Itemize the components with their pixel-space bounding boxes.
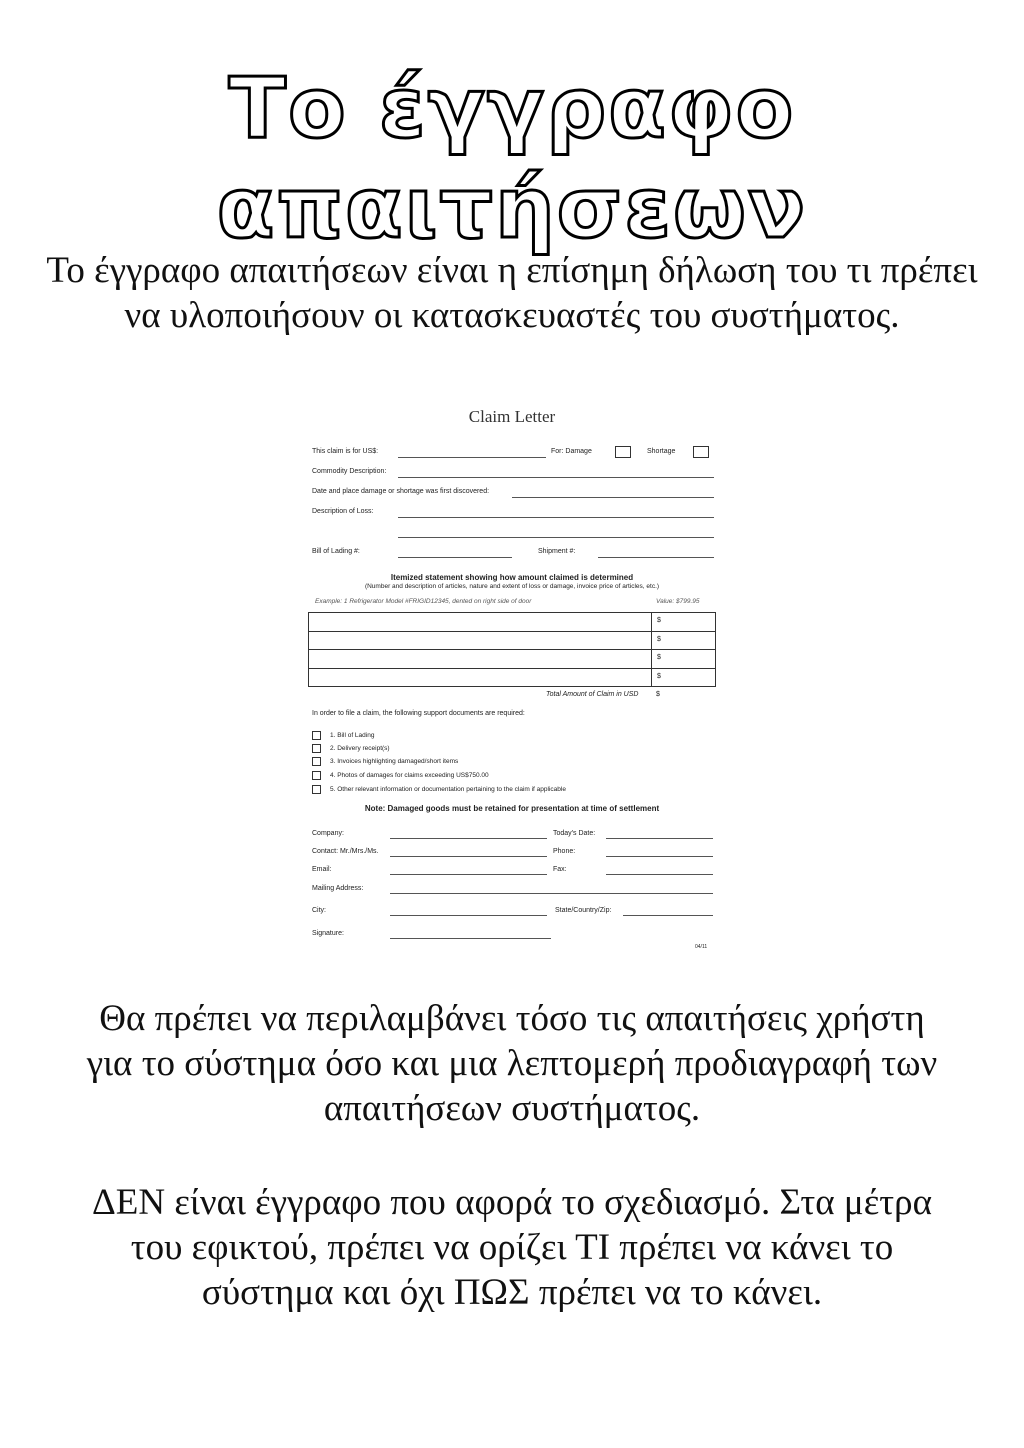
commodity-line [398, 477, 714, 478]
contact-label: Contact: Mr./Mrs./Ms. [312, 848, 379, 855]
signature-line [390, 938, 551, 939]
docs-intro: In order to file a claim, the following … [312, 710, 525, 717]
fax-line [606, 874, 713, 875]
checkbox-icon [312, 757, 321, 766]
list-item: 5. Other relevant information or documen… [312, 785, 566, 794]
claim-letter-image: Claim Letter This claim is for US$: For:… [306, 403, 718, 958]
itemized-subtitle: (Number and description of articles, nat… [364, 583, 660, 590]
table-row: $ [309, 668, 715, 686]
state-line [623, 915, 713, 916]
todays-date-line [606, 838, 713, 839]
shipment-line [598, 557, 714, 558]
date-place-label: Date and place damage or shortage was fi… [312, 488, 490, 495]
bill-of-lading-label: Bill of Lading #: [312, 548, 360, 555]
damage-checkbox [615, 446, 631, 458]
date-place-line [512, 497, 714, 498]
settlement-note: Note: Damaged goods must be retained for… [364, 804, 660, 813]
example-text: Example: 1 Refrigerator Model #FRIGID123… [315, 598, 532, 605]
total-label: Total Amount of Claim in USD [546, 691, 639, 698]
description-line-1 [398, 517, 714, 518]
itemized-table: $ $ $ $ [308, 612, 716, 687]
table-row: $ [309, 613, 715, 632]
list-item: 3. Invoices highlighting damaged/short i… [312, 757, 458, 766]
checkbox-icon [312, 785, 321, 794]
checkbox-icon [312, 744, 321, 753]
company-line [390, 838, 547, 839]
description-line-2 [398, 537, 714, 538]
claim-amount-label: This claim is for US$: [312, 448, 379, 455]
phone-line [606, 856, 713, 857]
commodity-label: Commodity Description: [312, 468, 387, 475]
city-line [390, 915, 547, 916]
intro-paragraph: Το έγγραφο απαιτήσεων είναι η επίσημη δή… [46, 250, 978, 336]
version-label: 04/11 [695, 944, 708, 950]
checkbox-icon [312, 731, 321, 740]
list-item: 2. Delivery receipt(s) [312, 744, 390, 753]
checkbox-icon [312, 771, 321, 780]
requirements-paragraph: Θα πρέπει να περιλαμβάνει τόσο τις απαιτ… [86, 998, 938, 1129]
bill-of-lading-line [398, 557, 512, 558]
list-item: 1. Bill of Lading [312, 731, 374, 740]
email-line [390, 874, 547, 875]
table-row: $ [309, 650, 715, 669]
damage-label: For: Damage [551, 448, 592, 455]
state-label: State/Country/Zip: [555, 907, 612, 914]
page-title: Το έγγραφο απαιτήσεων [215, 58, 808, 259]
description-loss-label: Description of Loss: [312, 508, 374, 515]
mailing-address-label: Mailing Address: [312, 885, 364, 892]
itemized-title: Itemized statement showing how amount cl… [390, 573, 634, 582]
todays-date-label: Today's Date: [553, 830, 596, 837]
example-value: Value: $799.95 [656, 598, 700, 605]
shortage-label: Shortage [647, 448, 676, 455]
company-label: Company: [312, 830, 344, 837]
shortage-checkbox [693, 446, 709, 458]
fax-label: Fax: [553, 866, 567, 873]
mailing-address-line [390, 893, 713, 894]
design-paragraph: ΔΕΝ είναι έγγραφο που αφορά το σχεδιασμό… [92, 1182, 932, 1313]
city-label: City: [312, 907, 326, 914]
claim-amount-line [398, 457, 546, 458]
claim-letter-title: Claim Letter [468, 407, 556, 426]
table-row: $ [309, 631, 715, 650]
phone-label: Phone: [553, 848, 576, 855]
contact-line [390, 856, 547, 857]
shipment-label: Shipment #: [538, 548, 576, 555]
email-label: Email: [312, 866, 332, 873]
list-item: 4. Photos of damages for claims exceedin… [312, 771, 489, 780]
signature-label: Signature: [312, 930, 344, 937]
total-value: $ [656, 691, 660, 698]
